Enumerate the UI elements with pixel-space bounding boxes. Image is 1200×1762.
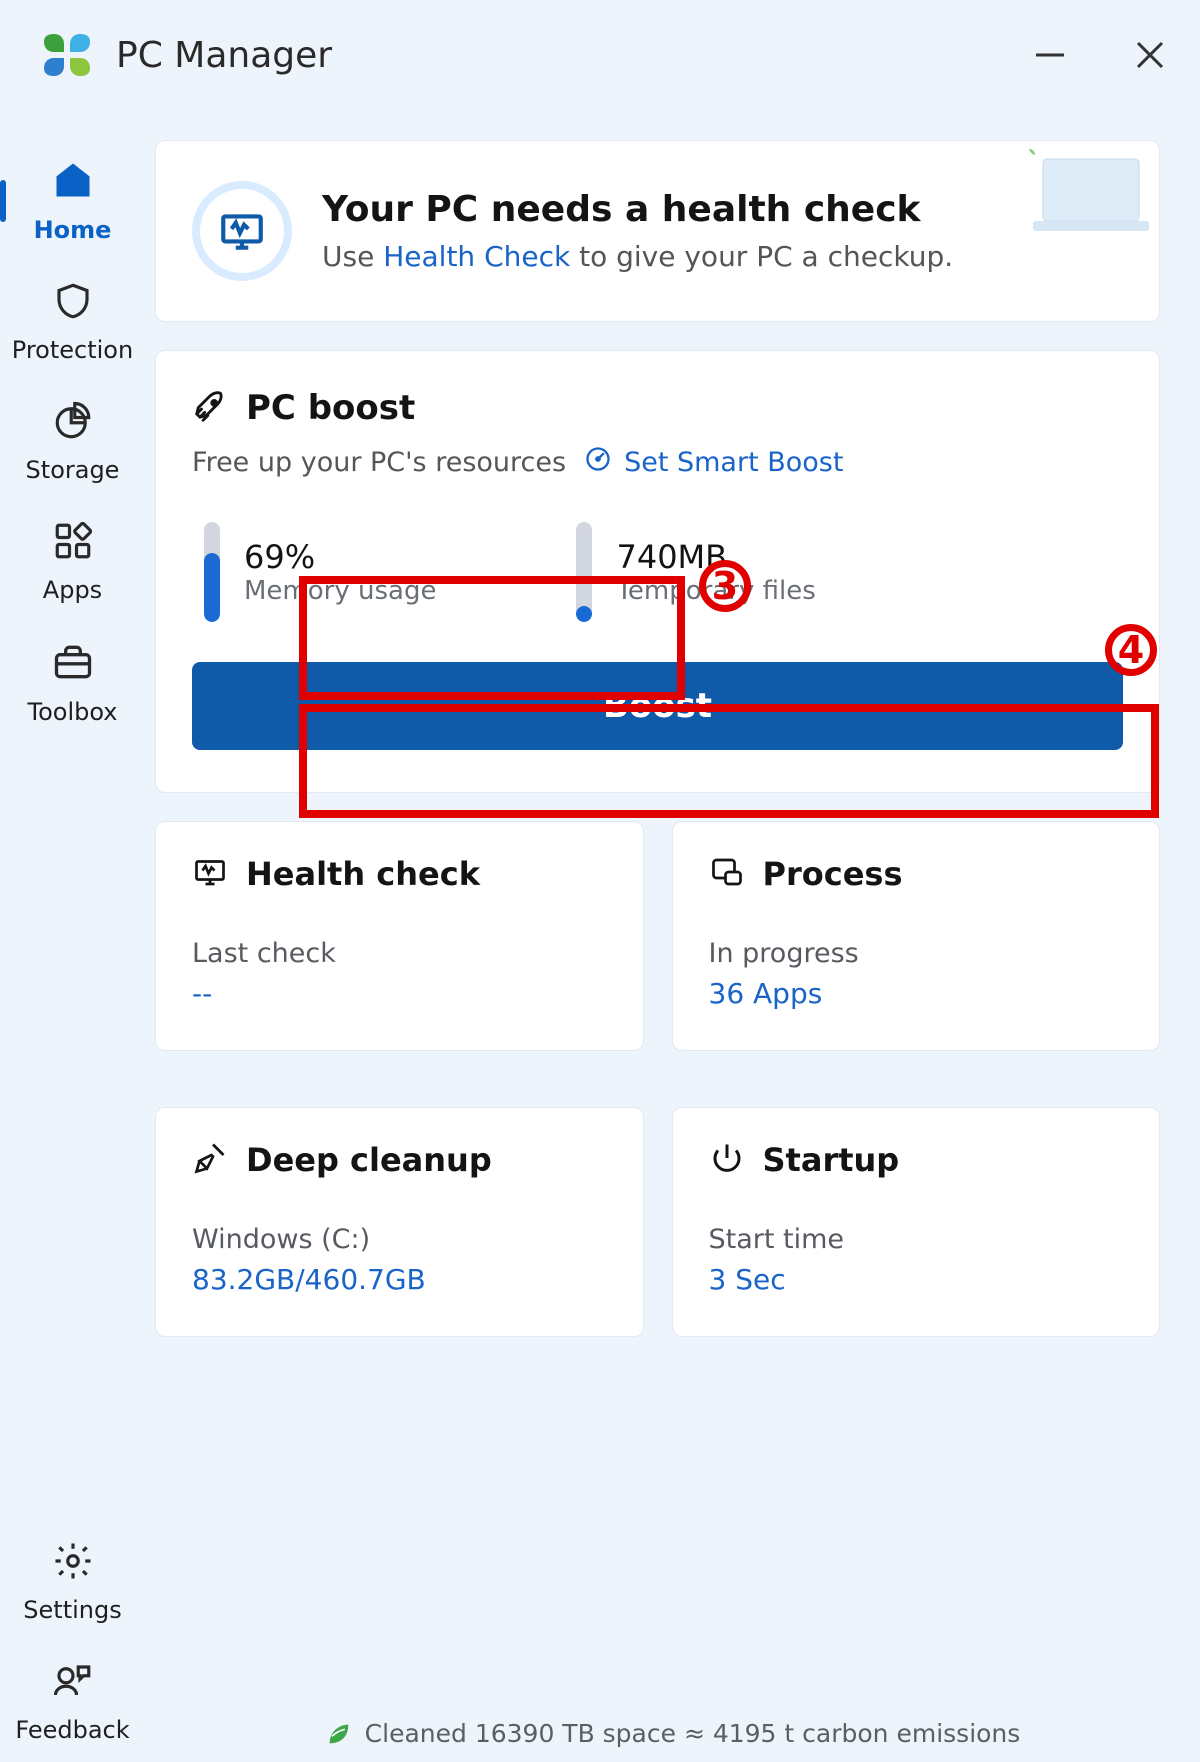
title-left: PC Manager bbox=[40, 28, 332, 82]
main-content: Your PC needs a health check Use Health … bbox=[145, 110, 1200, 1762]
health-banner-text: Your PC needs a health check Use Health … bbox=[322, 189, 953, 273]
sidebar-item-label: Apps bbox=[43, 576, 102, 604]
titlebar: PC Manager bbox=[0, 0, 1200, 110]
sidebar-item-feedback[interactable]: Feedback bbox=[0, 1642, 145, 1762]
health-ring-icon bbox=[192, 181, 292, 281]
temp-files-metric: 740MB Temporary files bbox=[576, 522, 815, 622]
sidebar-item-label: Protection bbox=[12, 336, 133, 364]
shield-icon bbox=[52, 280, 94, 326]
sidebar-item-toolbox[interactable]: Toolbox bbox=[0, 622, 145, 744]
health-check-title: Health check bbox=[246, 855, 480, 893]
sidebar-item-label: Toolbox bbox=[28, 698, 118, 726]
sidebar: Home Protection Storage Apps Toolbox bbox=[0, 110, 145, 1762]
deep-cleanup-title: Deep cleanup bbox=[246, 1141, 492, 1179]
broom-icon bbox=[192, 1140, 228, 1180]
feedback-icon bbox=[52, 1660, 94, 1706]
app-logo-icon bbox=[40, 28, 94, 82]
temp-value: 740MB bbox=[616, 538, 815, 576]
startup-title: Startup bbox=[763, 1141, 900, 1179]
temp-label: Temporary files bbox=[616, 576, 815, 606]
health-check-card[interactable]: Health check Last check -- bbox=[155, 821, 644, 1051]
process-card[interactable]: Process In progress 36 Apps bbox=[672, 821, 1161, 1051]
set-smart-boost-link[interactable]: Set Smart Boost bbox=[584, 445, 843, 480]
power-icon bbox=[709, 1140, 745, 1180]
memory-gauge-icon bbox=[204, 522, 220, 622]
memory-usage-metric: 69% Memory usage bbox=[204, 522, 436, 622]
sidebar-item-apps[interactable]: Apps bbox=[0, 502, 145, 622]
health-check-icon bbox=[192, 854, 228, 894]
sidebar-item-label: Settings bbox=[23, 1596, 121, 1624]
minimize-button[interactable] bbox=[1030, 35, 1070, 75]
sidebar-item-settings[interactable]: Settings bbox=[0, 1522, 145, 1642]
gauge-icon bbox=[584, 445, 612, 480]
card-grid-row-1: Health check Last check -- Process In pr… bbox=[155, 821, 1160, 1079]
startup-value: 3 Sec bbox=[709, 1263, 1124, 1296]
apps-icon bbox=[52, 520, 94, 566]
health-banner-card[interactable]: Your PC needs a health check Use Health … bbox=[155, 140, 1160, 322]
deep-cleanup-label: Windows (C:) bbox=[192, 1224, 607, 1255]
window-controls bbox=[1030, 35, 1170, 75]
memory-value: 69% bbox=[244, 538, 436, 576]
pc-boost-title: PC boost bbox=[246, 388, 415, 428]
smart-boost-label: Set Smart Boost bbox=[624, 447, 843, 478]
home-icon bbox=[51, 158, 95, 206]
leaf-icon bbox=[325, 1720, 353, 1748]
close-button[interactable] bbox=[1130, 35, 1170, 75]
health-check-link[interactable]: Health Check bbox=[383, 240, 570, 273]
pc-boost-header: PC boost bbox=[192, 387, 1123, 429]
health-check-label: Last check bbox=[192, 938, 607, 969]
temp-gauge-icon bbox=[576, 522, 592, 622]
pie-icon bbox=[52, 400, 94, 446]
card-grid-row-2: Deep cleanup Windows (C:) 83.2GB/460.7GB… bbox=[155, 1107, 1160, 1365]
memory-label: Memory usage bbox=[244, 576, 436, 606]
health-check-value: -- bbox=[192, 977, 607, 1010]
sidebar-item-label: Feedback bbox=[15, 1716, 129, 1744]
sidebar-item-storage[interactable]: Storage bbox=[0, 382, 145, 502]
process-value: 36 Apps bbox=[709, 977, 1124, 1010]
deep-cleanup-value: 83.2GB/460.7GB bbox=[192, 1263, 607, 1296]
health-banner-title: Your PC needs a health check bbox=[322, 189, 953, 230]
deep-cleanup-card[interactable]: Deep cleanup Windows (C:) 83.2GB/460.7GB bbox=[155, 1107, 644, 1337]
laptop-decoration-icon bbox=[1009, 141, 1159, 251]
health-sub-prefix: Use bbox=[322, 240, 383, 273]
rocket-icon bbox=[192, 387, 230, 429]
health-banner-subtitle: Use Health Check to give your PC a check… bbox=[322, 240, 953, 273]
startup-card[interactable]: Startup Start time 3 Sec bbox=[672, 1107, 1161, 1337]
process-title: Process bbox=[763, 855, 903, 893]
app-title: PC Manager bbox=[116, 35, 332, 76]
gear-icon bbox=[52, 1540, 94, 1586]
sidebar-item-label: Home bbox=[34, 216, 112, 244]
sidebar-item-protection[interactable]: Protection bbox=[0, 262, 145, 382]
pc-boost-card: PC boost Free up your PC's resources Set… bbox=[155, 350, 1160, 793]
pc-boost-sub-row: Free up your PC's resources Set Smart Bo… bbox=[192, 445, 1123, 480]
toolbox-icon bbox=[51, 640, 95, 688]
sidebar-item-label: Storage bbox=[26, 456, 120, 484]
pc-boost-subtitle: Free up your PC's resources bbox=[192, 447, 566, 478]
boost-button[interactable]: Boost bbox=[192, 662, 1123, 750]
sidebar-item-home[interactable]: Home bbox=[0, 140, 145, 262]
footer-status-text: Cleaned 16390 TB space ≈ 4195 t carbon e… bbox=[365, 1719, 1021, 1748]
footer-status: Cleaned 16390 TB space ≈ 4195 t carbon e… bbox=[145, 1719, 1200, 1748]
process-icon bbox=[709, 854, 745, 894]
boost-metrics: 69% Memory usage 740MB Temporary files bbox=[192, 514, 1123, 662]
health-sub-suffix: to give your PC a checkup. bbox=[570, 240, 953, 273]
process-label: In progress bbox=[709, 938, 1124, 969]
startup-label: Start time bbox=[709, 1224, 1124, 1255]
